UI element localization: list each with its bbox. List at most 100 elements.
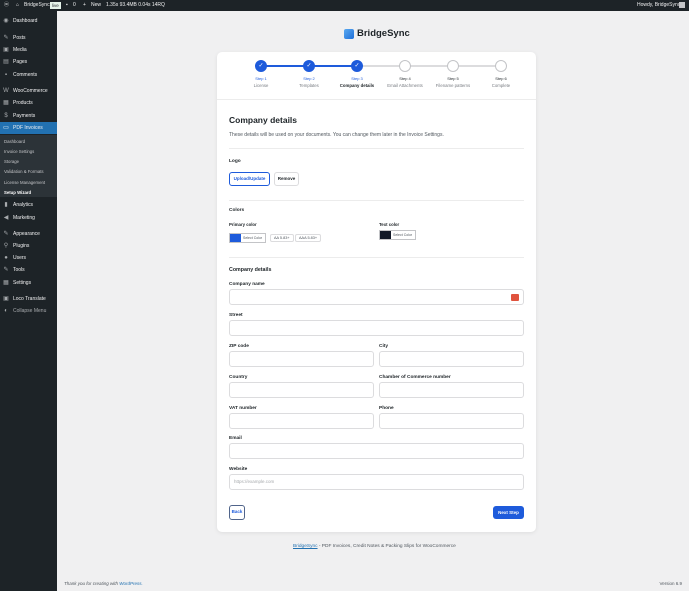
step-check-icon: ✓ bbox=[303, 60, 315, 72]
menu-payments[interactable]: $ Payments bbox=[0, 110, 57, 122]
coc-input[interactable] bbox=[379, 382, 524, 398]
step-circle bbox=[447, 60, 459, 72]
phone-input[interactable] bbox=[379, 413, 524, 429]
collapse-icon: ◐ bbox=[4, 308, 8, 314]
plus-icon: + bbox=[83, 2, 86, 8]
media-icon: ▣ bbox=[3, 47, 9, 53]
menu-media[interactable]: ▣ Media bbox=[0, 44, 57, 56]
bridgesync-link[interactable]: BridgeSync bbox=[293, 544, 318, 549]
comments-icon[interactable]: ▪ bbox=[66, 0, 68, 11]
menu-tools[interactable]: ✎ Tools bbox=[0, 264, 57, 276]
menu-settings[interactable]: ▦ Settings bbox=[0, 277, 57, 289]
submenu-invoice-settings[interactable]: Invoice Settings bbox=[4, 149, 34, 154]
divider bbox=[229, 148, 524, 149]
remove-logo-button[interactable]: Remove bbox=[274, 172, 299, 186]
admin-sidebar: ◉ Dashboard ✎ Posts ▣ Media ▤ Pages ▪ Comment… bbox=[0, 11, 57, 591]
brand-logo-icon bbox=[344, 28, 354, 39]
menu-dashboard[interactable]: ◉ Dashboard bbox=[0, 15, 57, 27]
submenu-validation[interactable]: Validation & Formats bbox=[4, 169, 44, 174]
upload-logo-button[interactable]: Upload/Update bbox=[229, 172, 270, 186]
company-name-input[interactable] bbox=[229, 289, 524, 305]
colors-label: Colors bbox=[229, 208, 245, 213]
step-number: Step 6 bbox=[495, 76, 507, 81]
email-input[interactable] bbox=[229, 443, 524, 459]
pin-icon: ✎ bbox=[3, 35, 9, 41]
website-label: Website bbox=[229, 467, 248, 472]
primary-color-label: Primary color bbox=[229, 222, 257, 227]
wordpress-link[interactable]: WordPress. bbox=[119, 581, 143, 586]
chart-icon: ▮ bbox=[4, 202, 8, 208]
primary-color-picker[interactable]: Select Color bbox=[229, 233, 266, 243]
new-link[interactable]: New bbox=[91, 0, 101, 11]
pages-icon: ▤ bbox=[3, 59, 9, 65]
divider bbox=[217, 99, 536, 100]
vat-input[interactable] bbox=[229, 413, 374, 429]
menu-plugins[interactable]: ⚲ Plugins bbox=[0, 240, 57, 252]
country-label: Country bbox=[229, 375, 248, 380]
step-check-icon: ✓ bbox=[255, 60, 267, 72]
logo-label: Logo bbox=[229, 159, 241, 164]
version: Version 6.9 bbox=[659, 581, 682, 586]
back-button[interactable]: Back bbox=[229, 505, 245, 520]
live-badge: live bbox=[50, 2, 61, 9]
woo-icon: W bbox=[3, 88, 9, 94]
autofill-icon[interactable] bbox=[511, 294, 519, 301]
page-description: These details will be used on your docum… bbox=[229, 132, 444, 138]
menu-woocommerce[interactable]: W WooCommerce bbox=[0, 85, 57, 97]
divider bbox=[229, 200, 524, 201]
query-stats[interactable]: 1.35s 93.4MB 0.04s 14RQ bbox=[106, 0, 165, 11]
submenu-setup-wizard[interactable]: Setup Wizard bbox=[4, 190, 31, 195]
website-input[interactable]: https://example.com bbox=[229, 474, 524, 490]
country-input[interactable] bbox=[229, 382, 374, 398]
step-circle bbox=[495, 60, 507, 72]
howdy-link[interactable]: Howdy, BridgeSync bbox=[637, 0, 680, 11]
comment-icon: ▪ bbox=[4, 72, 8, 78]
menu-comments[interactable]: ▪ Comments bbox=[0, 69, 57, 81]
vat-label: VAT number bbox=[229, 406, 257, 411]
city-input[interactable] bbox=[379, 351, 524, 367]
menu-analytics[interactable]: ▮ Analytics bbox=[0, 199, 57, 211]
menu-loco-translate[interactable]: ▣ Loco Translate bbox=[0, 293, 57, 305]
step-name: Complete bbox=[491, 83, 511, 88]
settings-icon: ▦ bbox=[3, 280, 9, 286]
email-label: Email bbox=[229, 436, 242, 441]
submenu-license[interactable]: License Management bbox=[4, 180, 45, 185]
street-label: Street bbox=[229, 313, 243, 318]
payments-icon: $ bbox=[4, 113, 8, 119]
site-name-link[interactable]: BridgeSync bbox=[24, 0, 50, 11]
megaphone-icon: ◀ bbox=[3, 215, 9, 221]
primary-color-swatch bbox=[230, 234, 241, 242]
plugin-icon: ⚲ bbox=[3, 243, 9, 249]
next-step-button[interactable]: Next Step bbox=[493, 506, 524, 519]
street-input[interactable] bbox=[229, 320, 524, 336]
menu-posts[interactable]: ✎ Posts bbox=[0, 32, 57, 44]
user-icon: ● bbox=[4, 255, 8, 261]
zip-input[interactable] bbox=[229, 351, 374, 367]
menu-pages[interactable]: ▤ Pages bbox=[0, 56, 57, 68]
progress-line-todo bbox=[357, 65, 501, 67]
menu-products[interactable]: ▦ Products bbox=[0, 97, 57, 109]
collapse-menu[interactable]: ◐ Collapse Menu bbox=[0, 305, 57, 317]
submenu-storage[interactable]: Storage bbox=[4, 159, 19, 164]
brand-logo: BridgeSync bbox=[344, 28, 410, 39]
admin-footer-thanks: Thank you for creating with WordPress. bbox=[64, 581, 143, 586]
wrench-icon: ✎ bbox=[3, 267, 9, 273]
page-title: Company details bbox=[229, 115, 298, 125]
text-color-label: Text color bbox=[379, 222, 400, 227]
text-color-swatch bbox=[380, 231, 391, 239]
menu-marketing[interactable]: ◀ Marketing bbox=[0, 212, 57, 224]
dashboard-icon: ◉ bbox=[3, 18, 9, 24]
aa-contrast-badge: AA 5.83+ bbox=[270, 234, 294, 242]
menu-users[interactable]: ● Users bbox=[0, 252, 57, 264]
coc-label: Chamber of Commerce number bbox=[379, 375, 451, 380]
text-color-picker[interactable]: Select Color bbox=[379, 230, 416, 240]
menu-appearance[interactable]: ✎ Appearance bbox=[0, 228, 57, 240]
avatar[interactable] bbox=[679, 2, 685, 8]
home-icon: ⌂ bbox=[16, 2, 20, 8]
translate-icon: ▣ bbox=[3, 296, 9, 302]
comments-count[interactable]: 0 bbox=[73, 0, 76, 11]
wordpress-logo-icon[interactable]: ⓦ bbox=[4, 0, 9, 11]
menu-pdf-invoices[interactable]: ▭ PDF Invoices bbox=[0, 122, 57, 134]
submenu-dashboard[interactable]: Dashboard bbox=[4, 139, 25, 144]
aaa-contrast-badge: AAA 5.83+ bbox=[295, 234, 322, 242]
